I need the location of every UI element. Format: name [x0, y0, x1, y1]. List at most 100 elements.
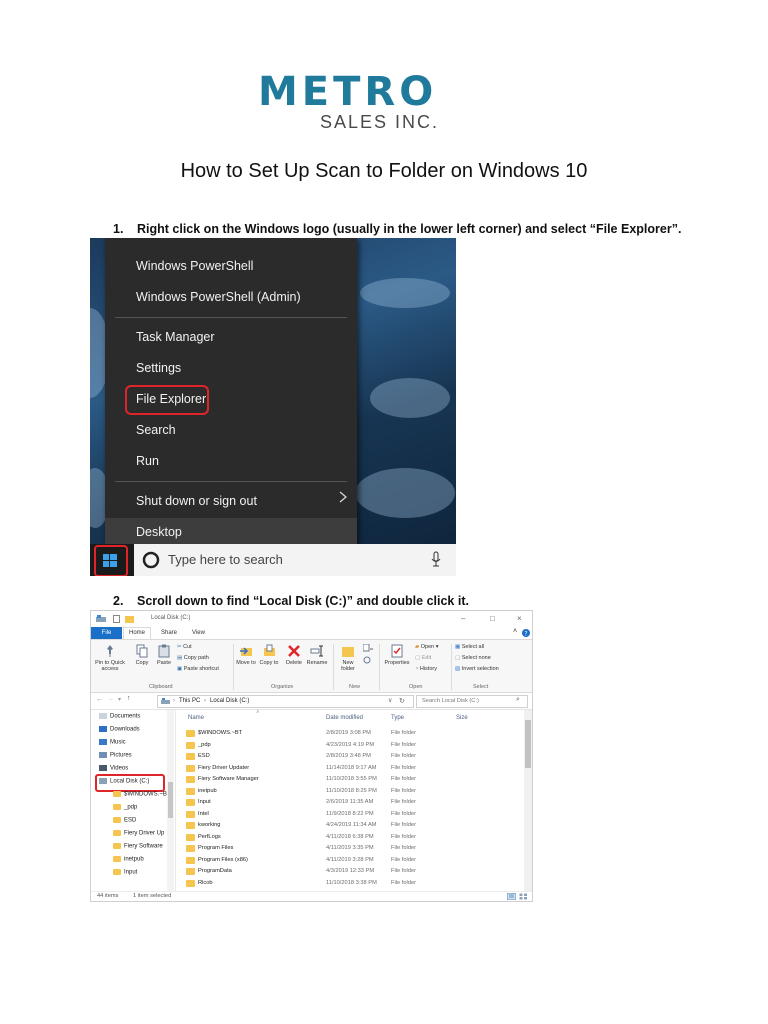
tab-file[interactable]: File [91, 627, 122, 639]
folder-icon [186, 833, 195, 841]
new-item-icon[interactable] [363, 644, 373, 652]
column-date-modified[interactable]: Date modified [326, 715, 363, 721]
row-date: 2/6/2019 11:35 AM [326, 799, 374, 805]
table-row[interactable]: $WINDOWS.~BT 2/8/2019 3:08 PM File folder [176, 728, 522, 739]
row-date: 2/8/2019 3:48 PM [326, 753, 371, 759]
properties-button[interactable]: Properties [382, 644, 412, 666]
paste-button[interactable]: Paste [155, 644, 173, 666]
details-view-icon[interactable] [507, 893, 516, 900]
open-button[interactable]: ▰ Open ▾ [415, 644, 439, 650]
address-bar[interactable]: › This PC › Local Disk (C:) ∨ ↻ [157, 695, 414, 708]
table-row[interactable]: Fiery Software Manager 11/10/2018 3:55 PM… [176, 774, 522, 785]
search-input[interactable]: Search Local Disk (C:) ⌕ [416, 695, 528, 708]
nav-item-videos[interactable]: Videos [99, 765, 128, 772]
table-row[interactable]: PerfLogs 4/11/2018 6:38 PM File folder [176, 832, 522, 843]
menu-item-search[interactable]: Search [136, 423, 176, 437]
history-button[interactable]: ◔ History [415, 666, 437, 672]
search-icon[interactable]: ⌕ [516, 696, 520, 704]
edit-button[interactable]: ▢ Edit [415, 655, 431, 661]
rename-button[interactable]: Rename [306, 644, 328, 666]
table-row[interactable]: _pdp 4/23/2019 4:19 PM File folder [176, 740, 522, 751]
easy-access-icon[interactable] [363, 656, 373, 664]
tab-share[interactable]: Share [161, 630, 177, 636]
nav-scroll-thumb[interactable] [168, 782, 173, 818]
taskbar-search-box[interactable]: Type here to search [134, 544, 456, 576]
pin-quick-access-button[interactable]: Pin to Quick access [93, 644, 127, 672]
delete-button[interactable]: Delete [284, 644, 304, 666]
menu-item-powershell-admin[interactable]: Windows PowerShell (Admin) [136, 290, 301, 304]
maximize-icon[interactable]: □ [490, 614, 495, 623]
row-name: Rlcob [198, 879, 213, 886]
nav-item-folder[interactable]: inetpub [113, 856, 144, 863]
step-2-text: Scroll down to find “Local Disk (C:)” an… [137, 594, 469, 608]
menu-item-settings[interactable]: Settings [136, 361, 181, 375]
breadcrumb-local-disk[interactable]: Local Disk (C:) [210, 698, 249, 704]
nav-item-music[interactable]: Music [99, 739, 126, 746]
menu-item-powershell[interactable]: Windows PowerShell [136, 259, 253, 273]
ribbon: Pin to Quick access Copy Paste ✂ Cut ▤ C… [91, 640, 532, 693]
column-size[interactable]: Size [456, 715, 468, 721]
nav-item-downloads[interactable]: Downloads [99, 726, 140, 733]
breadcrumb-this-pc[interactable]: This PC [179, 698, 200, 704]
nav-item-folder[interactable]: ESD [113, 817, 136, 824]
file-list-scrollbar[interactable] [524, 710, 532, 891]
table-row[interactable]: Intel 11/9/2018 8:22 PM File folder [176, 809, 522, 820]
new-folder-icon[interactable] [125, 615, 134, 623]
forward-arrow-icon[interactable]: → [107, 696, 114, 703]
menu-divider [115, 481, 347, 482]
menu-item-task-manager[interactable]: Task Manager [136, 330, 215, 344]
table-row[interactable]: Fiery Driver Updater 11/14/2018 9:17 AM Fi… [176, 763, 522, 774]
table-row[interactable]: ProgramData 4/3/2019 12:33 PM File folder [176, 866, 522, 877]
table-row[interactable]: Rlcob 11/10/2018 3:38 PM File folder [176, 878, 522, 889]
back-arrow-icon[interactable]: ← [96, 696, 103, 703]
minimize-icon[interactable]: – [461, 614, 465, 623]
tab-view[interactable]: View [192, 630, 205, 636]
table-row[interactable]: Program Files 4/11/2019 3:35 PM File folde… [176, 843, 522, 854]
select-all-button[interactable]: ▦ Select all [455, 644, 484, 650]
copy-button[interactable]: Copy [133, 644, 151, 666]
recent-locations-icon[interactable]: ▾ [118, 696, 121, 703]
large-icons-view-icon[interactable] [519, 893, 528, 900]
nav-item-folder[interactable]: $WINDOWS.~B [113, 791, 167, 798]
column-name[interactable]: Name [188, 715, 204, 721]
table-row[interactable]: ESD 2/8/2019 3:48 PM File folder [176, 751, 522, 762]
table-row[interactable]: inetpub 11/10/2018 8:25 PM File folder [176, 786, 522, 797]
move-to-button[interactable]: Move to [236, 644, 256, 666]
nav-item-pictures[interactable]: Pictures [99, 752, 132, 759]
table-row[interactable]: kworking 4/24/2019 11:34 AM File folder [176, 820, 522, 831]
menu-item-desktop[interactable]: Desktop [136, 525, 182, 539]
select-none-button[interactable]: ▢ Select none [455, 655, 491, 661]
folder-icon [113, 843, 121, 849]
nav-scrollbar[interactable] [167, 710, 174, 891]
invert-selection-button[interactable]: ▧ Invert selection [455, 666, 499, 672]
chevron-up-icon[interactable]: ˄ [513, 628, 517, 635]
nav-item-folder[interactable]: Fiery Software [113, 843, 163, 850]
microphone-icon[interactable] [431, 551, 441, 567]
paste-shortcut-button[interactable]: ▣ Paste shortcut [177, 666, 219, 672]
close-icon[interactable]: × [517, 614, 522, 623]
new-group-label: New [349, 684, 361, 690]
nav-item-folder[interactable]: _pdp [113, 804, 137, 811]
menu-item-run[interactable]: Run [136, 454, 159, 468]
row-type: File folder [391, 764, 416, 771]
scissors-icon: ✂ [177, 644, 182, 650]
cut-button[interactable]: ✂ Cut [177, 644, 192, 650]
nav-item-documents[interactable]: Documents [99, 713, 140, 720]
up-arrow-icon[interactable]: ↑ [127, 695, 131, 702]
nav-item-folder[interactable]: Fiery Driver Up [113, 830, 164, 837]
refresh-icon[interactable]: ↻ [399, 697, 405, 705]
nav-item-folder[interactable]: Input [113, 869, 137, 876]
tab-home[interactable]: Home [123, 627, 151, 639]
new-folder-button[interactable]: New folder [336, 644, 360, 672]
copy-to-button[interactable]: Copy to [259, 644, 279, 666]
copy-path-button[interactable]: ▤ Copy path [177, 655, 209, 661]
help-icon[interactable]: ? [522, 629, 530, 637]
row-type: File folder [391, 730, 416, 736]
scroll-thumb[interactable] [525, 720, 531, 768]
table-row[interactable]: Input 2/6/2019 11:35 AM File folder [176, 797, 522, 808]
table-row[interactable]: Program Files (x86) 4/11/2019 3:28 PM File… [176, 855, 522, 866]
menu-item-shutdown[interactable]: Shut down or sign out [136, 494, 257, 508]
dropdown-icon[interactable]: ∨ [388, 697, 392, 704]
properties-icon[interactable] [113, 615, 120, 623]
column-type[interactable]: Type [391, 715, 404, 721]
